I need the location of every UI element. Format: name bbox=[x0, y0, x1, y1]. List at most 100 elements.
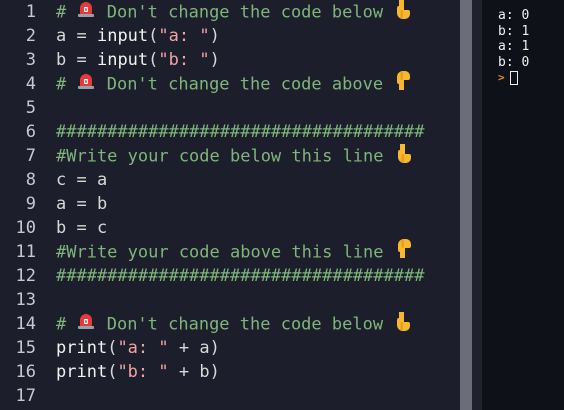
code-token: ) bbox=[209, 50, 220, 70]
code-token: #Write your code above this line bbox=[56, 242, 394, 262]
code-line[interactable]: 2a = input("a: ") bbox=[0, 24, 460, 48]
code-line[interactable]: 9 a = b bbox=[0, 192, 460, 216]
code-line[interactable]: 7 #Write your code below this line bbox=[0, 142, 460, 171]
line-number: 10 bbox=[15, 218, 36, 238]
console-panel[interactable]: a: 0 b: 1 a: 1 b: 0 > bbox=[482, 0, 564, 410]
code-token: Don't change the code below bbox=[96, 314, 394, 334]
console-output-line: a: 0 bbox=[498, 8, 530, 23]
code-line[interactable]: 6 #################################### bbox=[0, 120, 460, 144]
prompt-arrow-icon: > bbox=[498, 71, 505, 84]
line-number: 13 bbox=[15, 290, 36, 310]
code-text: # Don't change the code below bbox=[56, 0, 411, 27]
line-number: 8 bbox=[25, 170, 36, 190]
console-prompt[interactable]: > bbox=[498, 70, 564, 86]
line-number: 6 bbox=[25, 122, 36, 142]
siren-icon bbox=[76, 71, 96, 98]
code-line[interactable]: 10 b = c bbox=[0, 216, 460, 240]
code-text: #Write your code below this line bbox=[56, 142, 412, 171]
code-token: input bbox=[96, 26, 149, 46]
code-line[interactable]: 13 bbox=[0, 288, 460, 312]
code-text: # Don't change the code above bbox=[56, 70, 411, 99]
code-token: + a) bbox=[168, 338, 220, 358]
code-token: #################################### bbox=[56, 122, 425, 142]
code-token: c = a bbox=[56, 170, 108, 190]
code-text: b = c bbox=[56, 216, 107, 240]
code-token: b bbox=[56, 50, 77, 70]
line-number: 9 bbox=[25, 194, 36, 214]
line-number: 11 bbox=[15, 242, 36, 262]
line-number: 2 bbox=[25, 26, 36, 46]
line-number: 1 bbox=[25, 2, 36, 22]
code-token: ( bbox=[148, 50, 159, 70]
line-number: 7 bbox=[25, 146, 36, 166]
code-line[interactable]: 8 c = a bbox=[0, 168, 460, 192]
siren-icon bbox=[76, 311, 96, 338]
siren-icon bbox=[76, 0, 96, 26]
code-token: "b: " bbox=[158, 50, 210, 70]
code-token: # bbox=[56, 74, 77, 94]
code-token: ( bbox=[148, 26, 159, 46]
code-line[interactable]: 17 bbox=[0, 384, 460, 408]
code-text: #Write your code above this line bbox=[56, 238, 412, 267]
line-number: 15 bbox=[15, 338, 36, 358]
code-token: + b) bbox=[168, 362, 220, 382]
code-line[interactable]: 11 #Write your code above this line bbox=[0, 238, 460, 267]
replit-workspace: 1 # Don't change the code below 2a = inpu… bbox=[0, 0, 564, 410]
code-token: "a: " bbox=[117, 338, 169, 358]
line-number: 16 bbox=[15, 362, 36, 382]
code-token: print bbox=[56, 338, 108, 358]
code-line[interactable]: 14 # Don't change the code below bbox=[0, 310, 460, 339]
line-number: 5 bbox=[25, 98, 36, 118]
code-line[interactable]: 15 print("a: " + a) bbox=[0, 336, 460, 360]
code-line[interactable]: 1 # Don't change the code below bbox=[0, 0, 460, 24]
point-down-icon bbox=[393, 0, 411, 27]
code-editor[interactable]: 1 # Don't change the code below 2a = inpu… bbox=[0, 0, 460, 410]
code-text: #################################### bbox=[56, 120, 424, 144]
point-up-icon bbox=[394, 238, 412, 267]
code-text: print("b: " + b) bbox=[56, 360, 220, 384]
code-token: # bbox=[56, 2, 77, 22]
console-output: a: 0 b: 1 a: 1 b: 0 bbox=[498, 8, 564, 70]
line-number: 12 bbox=[15, 266, 36, 286]
code-text: b = input("b: ") bbox=[56, 48, 220, 72]
code-token: a = b bbox=[56, 194, 108, 214]
code-token: = bbox=[76, 50, 97, 70]
code-token: ) bbox=[209, 26, 220, 46]
code-token: Don't change the code above bbox=[96, 74, 394, 94]
panel-divider[interactable] bbox=[472, 0, 482, 410]
code-token: input bbox=[96, 50, 149, 70]
console-output-line: b: 0 bbox=[498, 54, 530, 70]
code-line[interactable]: 5 bbox=[0, 96, 460, 120]
point-down-icon bbox=[394, 142, 412, 171]
code-token: "a: " bbox=[158, 26, 210, 46]
code-text: # Don't change the code below bbox=[56, 310, 411, 339]
code-text: #################################### bbox=[56, 264, 424, 288]
console-output-line: b: 1 bbox=[498, 23, 530, 39]
code-token: ( bbox=[107, 362, 118, 382]
code-token: b = c bbox=[56, 218, 108, 238]
code-token: a bbox=[56, 26, 77, 46]
code-token: ( bbox=[107, 338, 118, 358]
code-line[interactable]: 12 #################################### bbox=[0, 264, 460, 288]
console-output-line: a: 1 bbox=[498, 39, 530, 54]
code-line[interactable]: 3b = input("b: ") bbox=[0, 48, 460, 72]
text-cursor bbox=[509, 70, 518, 85]
line-number: 17 bbox=[15, 386, 36, 406]
code-text: a = b bbox=[56, 192, 107, 216]
point-down-icon bbox=[393, 310, 411, 339]
editor-scrollbar[interactable] bbox=[460, 0, 472, 410]
code-token: "b: " bbox=[117, 362, 169, 382]
line-number: 4 bbox=[25, 74, 36, 94]
code-token: # bbox=[56, 314, 77, 334]
code-token: #Write your code below this line bbox=[56, 146, 394, 166]
code-text: print("a: " + a) bbox=[56, 336, 220, 360]
point-up-icon bbox=[393, 70, 411, 99]
code-line[interactable]: 16 print("b: " + b) bbox=[0, 360, 460, 384]
code-token: Don't change the code below bbox=[96, 2, 394, 22]
line-number: 14 bbox=[15, 314, 36, 334]
code-line[interactable]: 4 # Don't change the code above bbox=[0, 70, 460, 99]
code-token: print bbox=[56, 362, 108, 382]
line-number: 3 bbox=[25, 50, 36, 70]
code-token: #################################### bbox=[56, 266, 425, 286]
code-text: c = a bbox=[56, 168, 107, 192]
